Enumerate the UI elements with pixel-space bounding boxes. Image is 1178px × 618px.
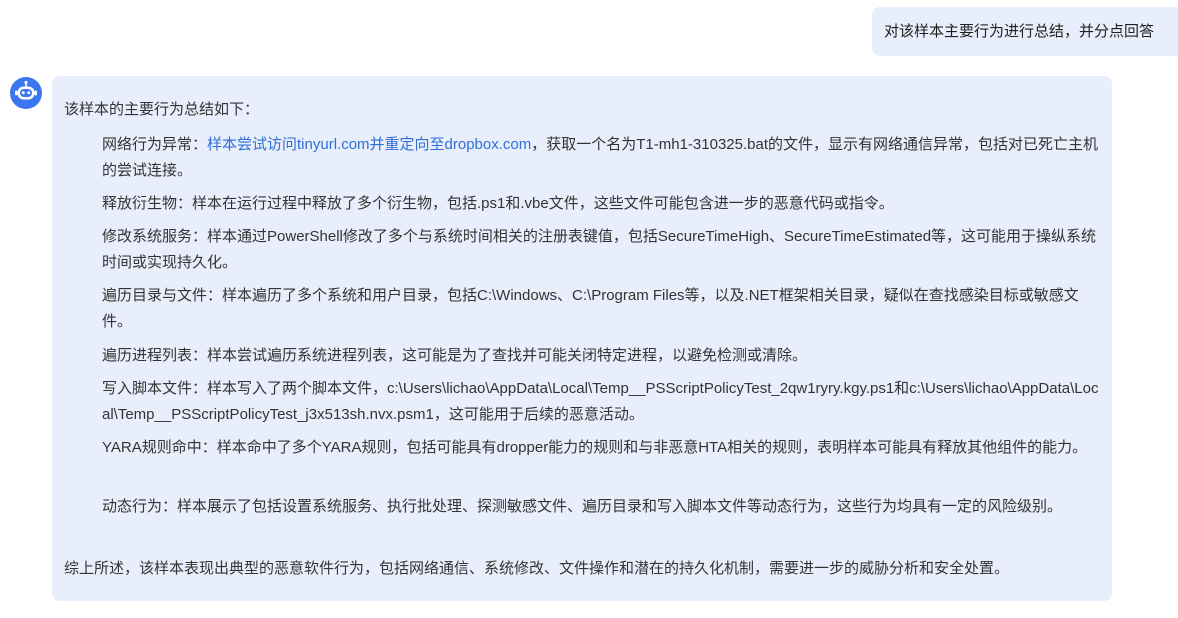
user-message-bubble: 对该样本主要行为进行总结，并分点回答 <box>872 7 1178 56</box>
item-body: 样本写入了两个脚本文件，c:\Users\lichao\AppData\Loca… <box>102 380 1099 423</box>
list-item-script-files: 写入脚本文件：样本写入了两个脚本文件，c:\Users\lichao\AppDa… <box>102 376 1100 428</box>
item-lead: YARA规则命中： <box>102 439 217 456</box>
list-item-system-services: 修改系统服务：样本通过PowerShell修改了多个与系统时间相关的注册表键值，… <box>102 224 1100 276</box>
item-lead: 遍历进程列表： <box>102 347 208 364</box>
list-item-directory-traversal: 遍历目录与文件：样本遍历了多个系统和用户目录，包括C:\Windows、C:\P… <box>102 283 1100 335</box>
assistant-avatar <box>10 77 42 109</box>
response-intro: 该样本的主要行为总结如下： <box>64 101 260 118</box>
item-body: 样本通过PowerShell修改了多个与系统时间相关的注册表键值，包括Secur… <box>102 228 1097 271</box>
item-body: 样本尝试遍历系统进程列表，这可能是为了查找并可能关闭特定进程，以避免检测或清除。 <box>207 347 808 364</box>
response-summary: 综上所述，该样本表现出典型的恶意软件行为，包括网络通信、系统修改、文件操作和潜在… <box>64 560 1010 577</box>
item-lead: 释放衍生物： <box>102 195 193 212</box>
redirect-link-text[interactable]: 样本尝试访问tinyurl.com并重定向至dropbox.com <box>207 136 531 153</box>
item-body: 样本命中了多个YARA规则，包括可能具有dropper能力的规则和与非恶意HTA… <box>216 439 1088 456</box>
item-body: 样本遍历了多个系统和用户目录，包括C:\Windows、C:\Program F… <box>102 287 1079 330</box>
list-item-process-list: 遍历进程列表：样本尝试遍历系统进程列表，这可能是为了查找并可能关闭特定进程，以避… <box>102 343 1100 369</box>
list-item-network: 网络行为异常：样本尝试访问tinyurl.com并重定向至dropbox.com… <box>102 132 1100 184</box>
list-item-dynamic-behavior: 动态行为：样本展示了包括设置系统服务、执行批处理、探测敏感文件、遍历目录和写入脚… <box>102 494 1100 520</box>
list-item-yara-rules: YARA规则命中：样本命中了多个YARA规则，包括可能具有dropper能力的规… <box>102 435 1100 461</box>
item-lead: 网络行为异常： <box>102 136 208 153</box>
list-item-dropped-files: 释放衍生物：样本在运行过程中释放了多个衍生物，包括.ps1和.vbe文件，这些文… <box>102 191 1100 217</box>
chat-page: 对该样本主要行为进行总结，并分点回答 该样本的主要行为总结如下： 网络行为异常：… <box>0 0 1178 618</box>
item-lead: 动态行为： <box>102 498 178 515</box>
item-lead: 遍历目录与文件： <box>102 287 223 304</box>
robot-icon <box>15 80 37 100</box>
assistant-message-bubble: 该样本的主要行为总结如下： 网络行为异常：样本尝试访问tinyurl.com并重… <box>52 76 1112 601</box>
user-message-text: 对该样本主要行为进行总结，并分点回答 <box>884 23 1155 40</box>
item-lead: 修改系统服务： <box>102 228 208 245</box>
item-lead: 写入脚本文件： <box>102 380 208 397</box>
item-body: 样本展示了包括设置系统服务、执行批处理、探测敏感文件、遍历目录和写入脚本文件等动… <box>177 498 1063 515</box>
item-body: 样本在运行过程中释放了多个衍生物，包括.ps1和.vbe文件，这些文件可能包含进… <box>192 195 894 212</box>
